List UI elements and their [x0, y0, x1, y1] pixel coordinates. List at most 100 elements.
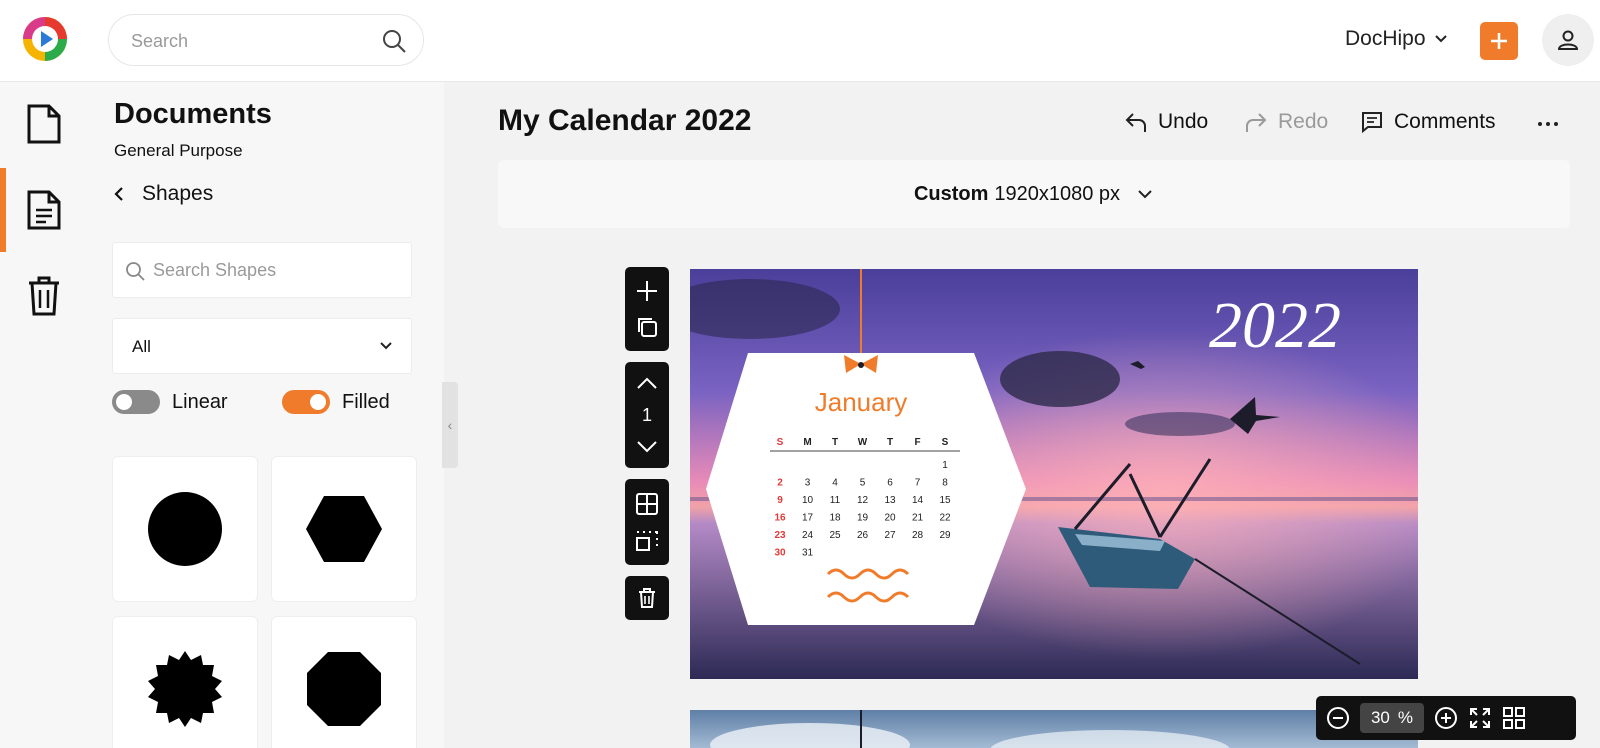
- document-lines-icon: [27, 190, 61, 230]
- calendar-day: 19: [857, 513, 869, 524]
- weekday-label: S: [777, 437, 784, 448]
- add-page-icon[interactable]: [635, 279, 659, 303]
- weekday-label: T: [887, 437, 893, 448]
- toggle-knob: [116, 394, 132, 410]
- calendar-day: 23: [774, 530, 786, 541]
- comments-button[interactable]: Comments: [1360, 110, 1496, 134]
- calendar-day: 4: [832, 478, 838, 489]
- design-canvas-page-1[interactable]: 2022 January S M T W T F S 1 2 3 4 5 6 7 8 9 10 11 12 13 14 1…: [690, 269, 1418, 679]
- calendar-day: 25: [829, 530, 841, 541]
- calendar-day: 16: [774, 513, 786, 524]
- chevron-down-icon[interactable]: [635, 439, 659, 455]
- rail-trash[interactable]: [0, 254, 88, 338]
- create-new-button[interactable]: [1480, 22, 1518, 60]
- undo-button[interactable]: Undo: [1124, 110, 1208, 134]
- chevron-up-icon[interactable]: [635, 375, 659, 391]
- calendar-day: 5: [860, 478, 866, 489]
- chevron-down-icon: [1434, 35, 1447, 43]
- weekday-label: S: [942, 437, 949, 448]
- workspace-name: DocHipo: [1345, 27, 1426, 50]
- calendar-day: 31: [802, 548, 814, 559]
- chevron-left-icon: [114, 187, 123, 201]
- search-icon[interactable]: [381, 28, 407, 54]
- shape-search-input[interactable]: Search Shapes: [112, 242, 412, 298]
- calendar-day: 11: [830, 495, 841, 506]
- grid-view-icon[interactable]: [1502, 706, 1526, 730]
- calendar-day: 17: [802, 513, 814, 524]
- rail-new-document[interactable]: [0, 82, 88, 166]
- shape-search-placeholder: Search Shapes: [153, 260, 277, 280]
- select-area-icon[interactable]: [635, 528, 659, 552]
- search-icon: [126, 262, 145, 281]
- workspace-switcher[interactable]: DocHipo: [1345, 27, 1448, 51]
- redo-button[interactable]: Redo: [1244, 110, 1328, 134]
- selected-category: All: [132, 337, 151, 356]
- search-placeholder: Search: [131, 31, 189, 51]
- undo-icon: [1125, 113, 1146, 132]
- calendar-day: 20: [884, 513, 896, 524]
- calendar-day: 3: [805, 478, 811, 489]
- zoom-in-icon[interactable]: [1434, 706, 1458, 730]
- zoom-level-input[interactable]: 30 %: [1360, 703, 1424, 733]
- design-canvas-page-2[interactable]: [690, 710, 1418, 748]
- back-to-categories[interactable]: Shapes: [114, 182, 213, 206]
- document-title[interactable]: My Calendar 2022: [498, 104, 751, 138]
- cloud: [1000, 351, 1120, 407]
- starburst-shape-icon: [148, 651, 222, 727]
- page-navigation-tools: 1: [625, 362, 669, 468]
- shape-tile-starburst[interactable]: [112, 616, 258, 748]
- collapse-panel-handle[interactable]: ‹: [442, 382, 458, 468]
- calendar-day: 8: [942, 478, 948, 489]
- more-horizontal-icon: [1538, 122, 1558, 126]
- more-options-button[interactable]: [1536, 112, 1560, 136]
- icon-rail: [0, 82, 88, 748]
- calendar-day: 10: [802, 495, 814, 506]
- shape-tile-octagon[interactable]: [271, 616, 417, 748]
- undo-label: Undo: [1158, 110, 1209, 133]
- size-value: 1920x1080 px: [994, 182, 1121, 205]
- chevron-down-icon: [1138, 190, 1152, 199]
- size-preset: Custom: [913, 182, 989, 205]
- grid-icon[interactable]: [635, 492, 659, 516]
- fit-screen-icon[interactable]: [1468, 706, 1492, 730]
- page-2-preview: [690, 710, 1418, 748]
- redo-label: Redo: [1278, 110, 1329, 133]
- canvas-size-selector[interactable]: Custom 1920x1080 px: [498, 160, 1570, 228]
- global-search[interactable]: Search: [108, 14, 424, 66]
- user-avatar[interactable]: [1542, 14, 1594, 66]
- weekday-label: T: [832, 437, 838, 448]
- shape-category-select[interactable]: All: [112, 318, 412, 374]
- blank-document-icon: [27, 104, 61, 144]
- shape-tile-circle[interactable]: [112, 456, 258, 602]
- hexagon-shape-icon: [306, 496, 382, 562]
- calendar-day: 24: [802, 530, 814, 541]
- calendar-day: 7: [915, 478, 921, 489]
- linear-toggle-row: Linear: [112, 390, 228, 414]
- page-add-tools: [625, 267, 669, 351]
- calendar-day: 18: [829, 513, 841, 524]
- rail-documents[interactable]: [0, 168, 88, 252]
- page-delete-tool: [625, 576, 669, 620]
- zoom-out-icon[interactable]: [1326, 706, 1350, 730]
- panel-title: Documents: [114, 98, 272, 130]
- calendar-day: 1: [942, 460, 948, 471]
- calendar-day: 27: [884, 530, 896, 541]
- app-logo[interactable]: [22, 16, 68, 62]
- zoom-value: 30: [1370, 708, 1390, 727]
- trash-icon[interactable]: [637, 587, 657, 609]
- page-number: 1: [641, 404, 652, 425]
- zoom-controls: 30 %: [1316, 696, 1576, 740]
- duplicate-page-icon[interactable]: [635, 315, 659, 339]
- panel-subtitle: General Purpose: [114, 141, 243, 160]
- chevron-left-icon: ‹: [447, 417, 453, 433]
- trash-icon: [29, 276, 59, 316]
- redo-icon: [1246, 113, 1267, 132]
- linear-toggle[interactable]: [112, 390, 160, 414]
- calendar-design: 2022 January S M T W T F S12 3 4 5 6 7 89 10 11 12 13 14 1…: [690, 269, 1418, 679]
- linear-label: Linear: [172, 390, 228, 413]
- calendar-day: 2: [777, 478, 783, 489]
- shape-tile-hexagon[interactable]: [271, 456, 417, 602]
- user-icon: [1557, 30, 1579, 50]
- filled-toggle[interactable]: [282, 390, 330, 414]
- weekday-label: F: [914, 437, 920, 448]
